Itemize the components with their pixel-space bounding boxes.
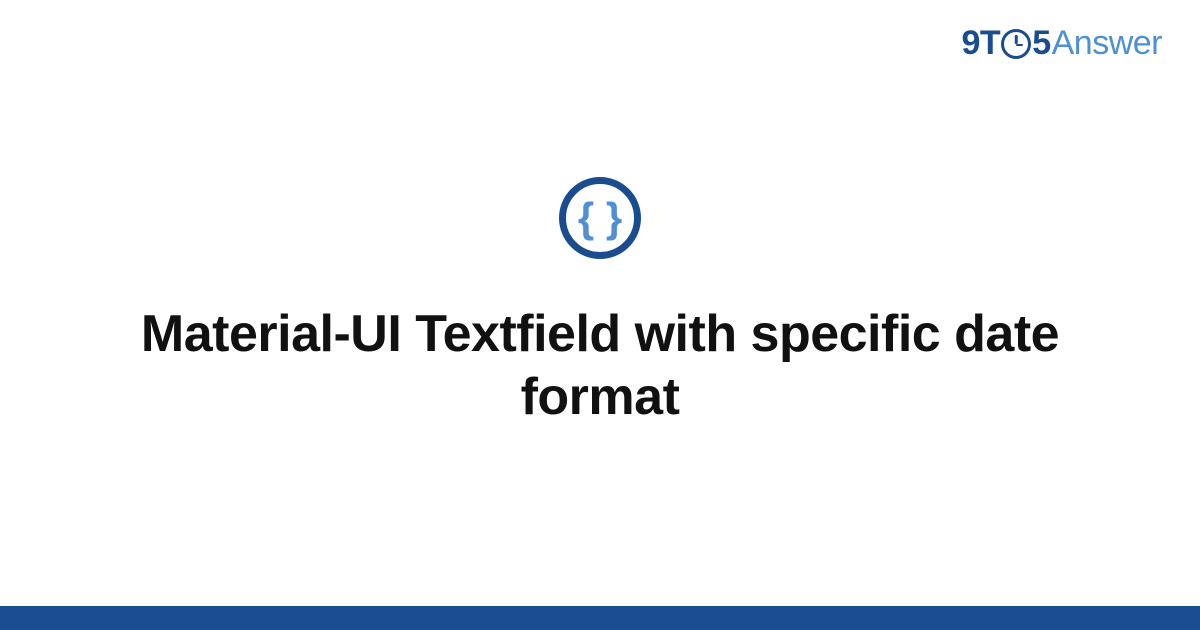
category-icon-circle: { }: [559, 177, 641, 259]
page-title: Material-UI Textfield with specific date…: [110, 303, 1090, 430]
main-content: { } Material-UI Textfield with specific …: [0, 0, 1200, 606]
footer-accent-bar: [0, 606, 1200, 630]
code-braces-icon: { }: [578, 197, 622, 239]
